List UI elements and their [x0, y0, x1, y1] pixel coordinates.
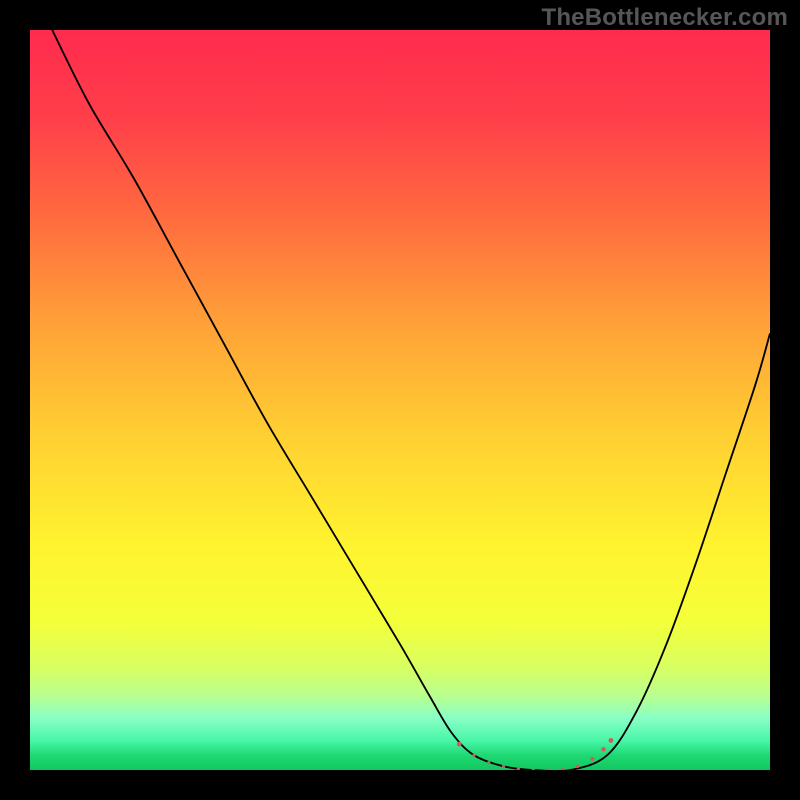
flat-bottom-marker	[502, 765, 505, 768]
chart-frame: TheBottlenecker.com	[0, 0, 800, 800]
flat-bottom-marker	[609, 738, 614, 743]
flat-bottom-marker	[601, 747, 605, 751]
flat-bottom-marker	[472, 754, 475, 757]
plot-area	[30, 30, 770, 770]
flat-bottom-marker	[546, 768, 549, 770]
curve-layer	[30, 30, 770, 770]
flat-bottom-marker	[457, 742, 462, 747]
flat-bottom-marker	[561, 768, 564, 770]
flat-bottom-marker	[532, 768, 535, 770]
flat-bottom-marker	[517, 767, 520, 770]
flat-bottom-marker	[590, 757, 594, 761]
flat-bottom-marker	[487, 761, 490, 764]
watermark-text: TheBottlenecker.com	[541, 4, 788, 32]
flat-bottom-marker	[576, 765, 580, 769]
bottleneck-curve-path	[52, 30, 770, 770]
